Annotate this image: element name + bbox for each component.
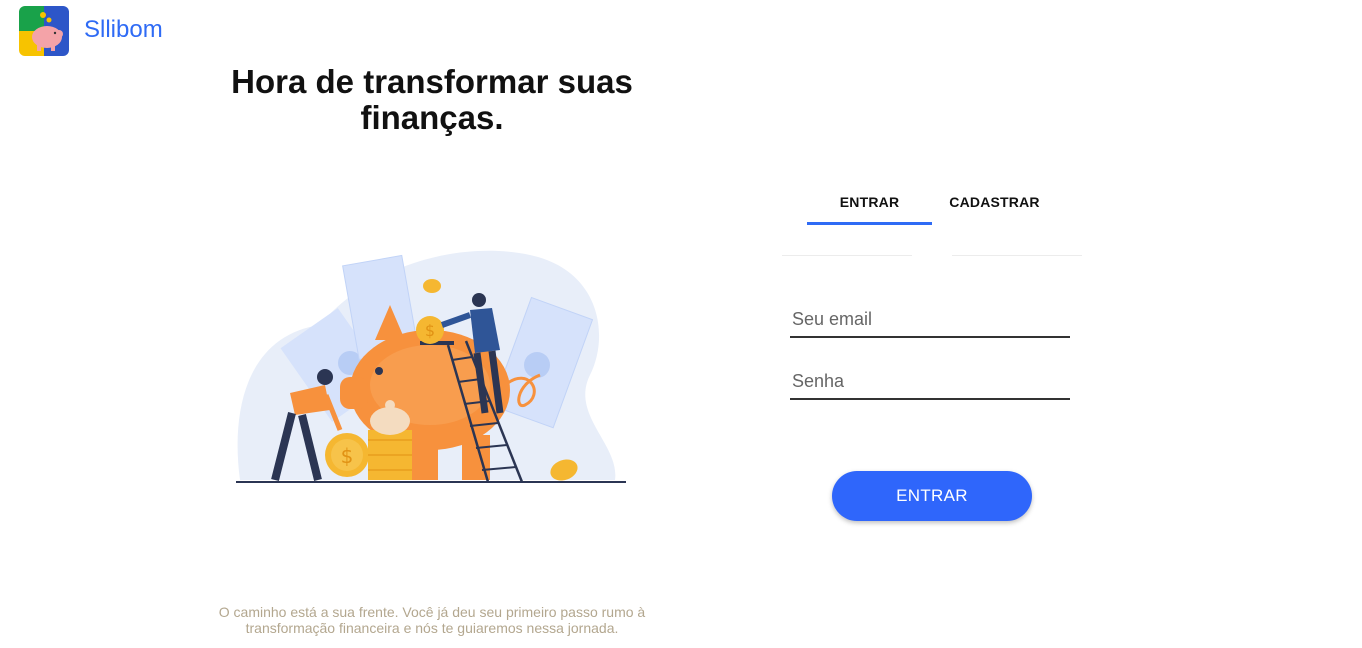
email-field[interactable] xyxy=(790,302,1070,338)
password-field[interactable] xyxy=(790,364,1070,400)
tab-cadastrar[interactable]: CADASTRAR xyxy=(932,194,1057,210)
tagline-text: O caminho está a sua frente. Você já deu… xyxy=(218,604,646,636)
tab-entrar[interactable]: ENTRAR xyxy=(807,194,932,210)
svg-text:$: $ xyxy=(425,321,435,340)
divider xyxy=(952,255,1082,256)
login-button[interactable]: ENTRAR xyxy=(832,471,1032,521)
piggy-bank-illustration: $ $ xyxy=(230,245,630,490)
svg-text:$: $ xyxy=(341,444,354,468)
piggy-bank-logo-icon[interactable] xyxy=(19,6,69,56)
login-page: Sllibom Hora de transformar suas finança… xyxy=(0,0,1362,648)
divider xyxy=(782,255,912,256)
page-headline: Hora de transformar suas finanças. xyxy=(231,63,633,136)
brand-name[interactable]: Sllibom xyxy=(84,16,163,44)
active-tab-indicator xyxy=(807,222,932,225)
